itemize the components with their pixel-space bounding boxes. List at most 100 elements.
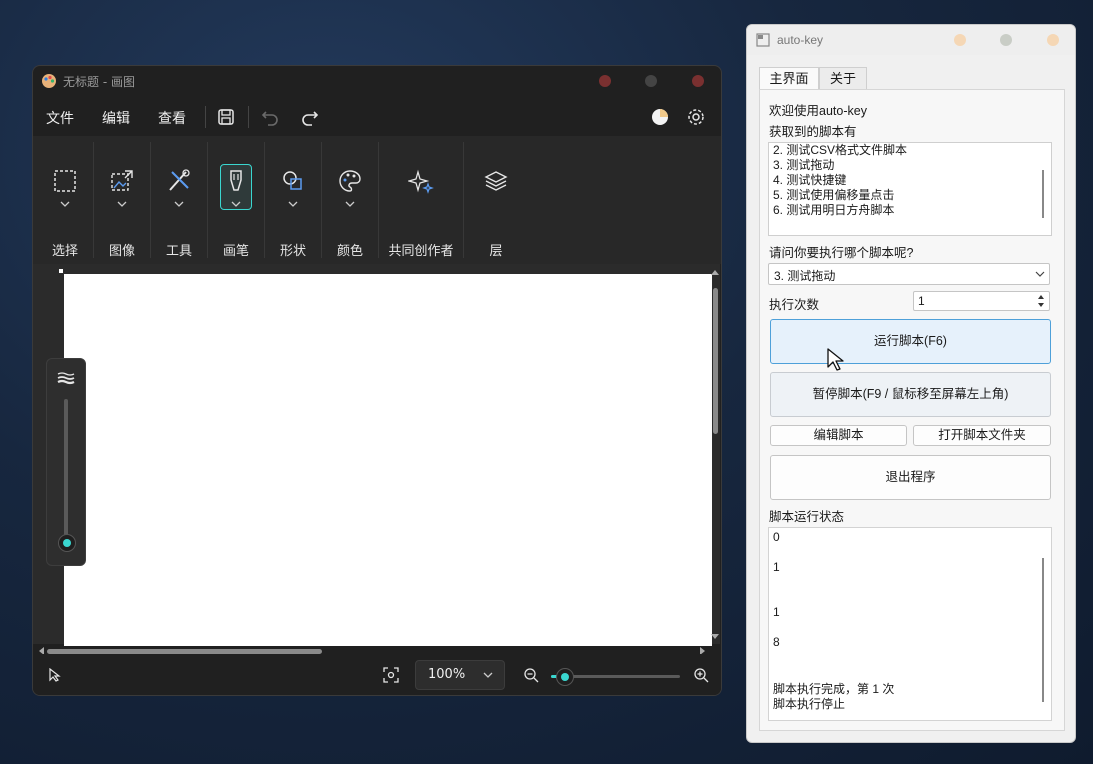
zoom-out-icon[interactable]: [523, 667, 539, 683]
menu-edit[interactable]: 编辑: [102, 108, 130, 128]
zoom-in-icon[interactable]: [693, 667, 709, 683]
spin-up-icon[interactable]: [1037, 294, 1045, 300]
zoom-dropdown[interactable]: 100%: [415, 660, 505, 690]
scroll-down-icon[interactable]: [710, 633, 720, 641]
main-pane: 欢迎使用auto-key 获取到的脚本有 2. 测试CSV格式文件脚本 3. 测…: [759, 89, 1065, 731]
list-scrollbar-thumb[interactable]: [1042, 170, 1044, 218]
autokey-titlebar: auto-key: [747, 25, 1075, 55]
save-icon[interactable]: [215, 106, 237, 128]
pointer-icon: [49, 668, 61, 682]
mouse-cursor-icon: [827, 348, 844, 371]
welcome-text: 欢迎使用auto-key: [769, 104, 867, 118]
ribbon-tools-label: 工具: [165, 244, 192, 259]
drawing-canvas[interactable]: [64, 274, 712, 646]
scroll-up-icon[interactable]: [710, 268, 720, 276]
brush-icon: [230, 170, 242, 191]
vertical-scrollbar-thumb[interactable]: [713, 288, 718, 434]
brush-size-icon: [57, 372, 75, 385]
script-select[interactable]: 3. 测试拖动: [768, 263, 1050, 285]
ribbon-layers[interactable]: 层: [464, 142, 528, 260]
ribbon-colors[interactable]: 颜色: [322, 142, 378, 260]
brush-size-thumb[interactable]: [58, 533, 76, 552]
maximize-button[interactable]: [1000, 34, 1012, 46]
list-item[interactable]: 6. 测试用明日方舟脚本: [769, 203, 1037, 218]
status-label: 脚本运行状态: [769, 510, 845, 524]
exit-button[interactable]: 退出程序: [770, 455, 1051, 500]
run-count-value: 1: [918, 294, 925, 308]
log-line: 8: [773, 635, 780, 649]
brush-size-track[interactable]: [64, 399, 68, 549]
layers-icon: [484, 171, 508, 191]
shapes-icon: [283, 171, 302, 190]
chevron-down-icon: [1035, 271, 1045, 277]
minimize-button[interactable]: [954, 34, 966, 46]
ribbon-cocreator[interactable]: 共同创作者: [379, 142, 463, 260]
paint-title: 无标题 - 画图: [63, 75, 135, 89]
undo-icon[interactable]: [259, 106, 281, 128]
log-line: 1: [773, 605, 780, 619]
close-button[interactable]: [692, 75, 704, 87]
chevron-down-icon: [60, 201, 70, 207]
selection-icon: [54, 170, 76, 192]
image-icon: [111, 170, 133, 191]
list-item[interactable]: 5. 测试使用偏移量点击: [769, 188, 1037, 203]
list-item[interactable]: 3. 测试拖动: [769, 158, 1037, 173]
run-count-spinbox[interactable]: 1: [913, 291, 1050, 311]
scripts-list[interactable]: 2. 测试CSV格式文件脚本 3. 测试拖动 4. 测试快捷键 5. 测试使用偏…: [768, 142, 1052, 236]
menu-file[interactable]: 文件: [46, 108, 74, 128]
tab-main-label: 主界面: [769, 71, 809, 86]
ribbon-image[interactable]: 图像: [94, 142, 150, 260]
brush-size-thumb-dot: [63, 538, 71, 547]
paint-titlebar: 无标题 - 画图: [33, 66, 721, 96]
paint-statusbar: 100%: [33, 654, 721, 695]
menu-view[interactable]: 查看: [158, 108, 186, 128]
list-item[interactable]: 4. 测试快捷键: [769, 173, 1037, 188]
autokey-window: auto-key 主界面 关于 欢迎使用auto-key 获取到的脚本有 2. …: [746, 24, 1076, 743]
chevron-down-icon: [483, 672, 493, 678]
chevron-down-icon: [174, 201, 184, 207]
maximize-button[interactable]: [645, 75, 657, 87]
log-line: 脚本执行停止: [773, 697, 846, 711]
minimize-button[interactable]: [599, 75, 611, 87]
menu-separator: [205, 106, 206, 128]
ribbon-layers-label: 层: [489, 244, 503, 259]
run-script-label: 运行脚本(F6): [874, 334, 947, 348]
zoom-value: 100%: [428, 667, 466, 682]
zoom-slider-thumb[interactable]: [555, 668, 574, 686]
fit-to-window-icon[interactable]: [383, 667, 399, 683]
ribbon-colors-label: 颜色: [336, 244, 363, 259]
edit-script-button[interactable]: 编辑脚本: [770, 425, 907, 446]
tools-icon: [169, 169, 190, 191]
chevron-down-icon: [345, 201, 355, 207]
list-item[interactable]: 2. 测试CSV格式文件脚本: [769, 143, 1037, 158]
ribbon-shapes[interactable]: 形状: [265, 142, 321, 260]
chevron-down-icon: [117, 201, 127, 207]
run-script-button[interactable]: 运行脚本(F6): [770, 319, 1051, 364]
script-select-value: 3. 测试拖动: [774, 269, 836, 283]
ribbon-cocreator-label: 共同创作者: [388, 244, 454, 259]
tab-about[interactable]: 关于: [819, 67, 867, 90]
log-line: 1: [773, 560, 780, 574]
chevron-down-icon: [288, 201, 298, 207]
redo-icon[interactable]: [299, 106, 321, 128]
list-items: 2. 测试CSV格式文件脚本 3. 测试拖动 4. 测试快捷键 5. 测试使用偏…: [769, 143, 1037, 218]
ribbon-tools[interactable]: 工具: [151, 142, 207, 260]
canvas-resize-handle[interactable]: [59, 269, 63, 273]
tab-about-label: 关于: [829, 71, 856, 86]
exit-label: 退出程序: [885, 470, 936, 484]
tab-main[interactable]: 主界面: [759, 67, 819, 90]
window-app-icon: [756, 33, 770, 47]
open-folder-button[interactable]: 打开脚本文件夹: [913, 425, 1051, 446]
color-swatch-icon[interactable]: [649, 106, 671, 128]
log-line: 0: [773, 530, 780, 544]
brush-size-panel: [46, 358, 86, 566]
settings-gear-icon[interactable]: [685, 106, 707, 128]
ribbon-toolbar: 选择 图像 工具 画笔 形状 颜色 共同创作者 层: [33, 136, 721, 264]
close-button[interactable]: [1047, 34, 1059, 46]
pause-script-button[interactable]: 暂停脚本(F9 / 鼠标移至屏幕左上角): [770, 372, 1051, 417]
spin-down-icon[interactable]: [1037, 302, 1045, 308]
ribbon-select[interactable]: 选择: [37, 142, 93, 260]
ribbon-brush[interactable]: 画笔: [208, 142, 264, 260]
log-scrollbar-thumb[interactable]: [1042, 558, 1044, 702]
status-log[interactable]: 0 1 1 8 脚本执行完成，第 1 次 脚本执行停止: [768, 527, 1052, 721]
